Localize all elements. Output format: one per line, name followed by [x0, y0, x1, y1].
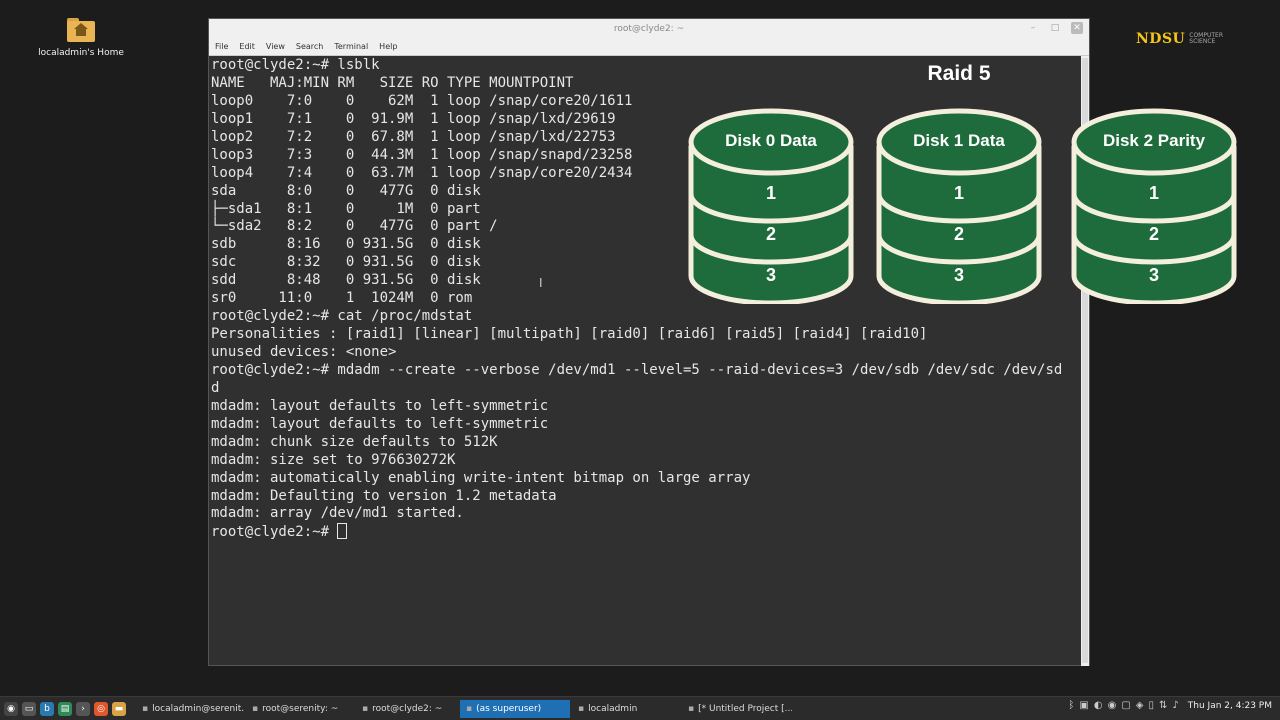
- task-label: localadmin: [588, 703, 638, 714]
- disk-segment: 1: [765, 183, 776, 203]
- titlebar[interactable]: root@clyde2: ~ – □ ✕: [209, 19, 1089, 38]
- brand-main: NDSU: [1136, 31, 1186, 47]
- brand-sub: COMPUTER SCIENCE: [1189, 32, 1223, 45]
- show-desktop-icon[interactable]: ▭: [22, 701, 36, 716]
- taskbar-task[interactable]: ▪ localadmin@serenit...: [136, 700, 244, 718]
- minimize-icon[interactable]: –: [1027, 22, 1039, 34]
- disk-0-cylinder: Disk 0 Data 1 2 3: [688, 108, 854, 306]
- display-icon[interactable]: ▢: [1121, 700, 1130, 711]
- terminal-line: mdadm: Defaulting to version 1.2 metadat…: [211, 487, 557, 504]
- window-title: root@clyde2: ~: [613, 23, 685, 34]
- disk-segment: 2: [953, 224, 964, 244]
- task-icon: ▪: [142, 703, 149, 714]
- task-label: localadmin@serenit...: [152, 703, 244, 714]
- terminal-line: mdadm: size set to 976630272K: [211, 451, 456, 468]
- disk-segment: 1: [1148, 183, 1159, 203]
- menu-edit[interactable]: Edit: [239, 42, 255, 51]
- terminal-line: d: [211, 379, 220, 396]
- task-icon: ▪: [466, 703, 473, 714]
- screenshot-icon[interactable]: ▣: [1079, 700, 1088, 711]
- menu-file[interactable]: File: [215, 42, 228, 51]
- disk-name: Disk 1 Data: [913, 131, 1005, 150]
- raid-title: Raid 5: [927, 62, 991, 85]
- home-folder-label: localadmin's Home: [38, 48, 124, 58]
- system-tray: ᛒ ▣ ◐ ◉ ▢ ◈ ▯ ⇅ ♪ Thu Jan 2, 4:23 PM: [1068, 700, 1280, 711]
- obs-icon[interactable]: ◐: [1094, 700, 1103, 711]
- taskbar: ◉ ▭ b ▤ › ◎ ▬ ▪ localadmin@serenit... ▪ roo…: [0, 696, 1280, 720]
- disk-segment: 3: [1148, 265, 1159, 285]
- taskbar-task[interactable]: ▪ root@clyde2: ~: [356, 700, 458, 718]
- terminal-prompt: root@clyde2:~#: [211, 524, 338, 541]
- terminal-line: unused devices: <none>: [211, 344, 397, 360]
- files-icon[interactable]: ▤: [58, 701, 72, 716]
- menu-help[interactable]: Help: [379, 42, 397, 51]
- maximize-icon[interactable]: □: [1049, 22, 1061, 34]
- task-label: root@clyde2: ~: [372, 703, 443, 714]
- taskbar-task[interactable]: ▪ (as superuser): [460, 699, 570, 718]
- taskbar-task[interactable]: ▪ [* Untitled Project [...: [682, 700, 792, 718]
- text-cursor-icon: I: [539, 276, 543, 290]
- network-icon[interactable]: ⇅: [1159, 700, 1167, 711]
- menubar: File Edit View Search Terminal Help: [209, 38, 1089, 56]
- folder-icon[interactable]: ▬: [112, 701, 126, 716]
- folder-icon: [67, 18, 95, 42]
- terminal-line: mdadm: chunk size defaults to 512K: [211, 433, 498, 450]
- task-label: (as superuser): [476, 703, 542, 714]
- disk-name: Disk 2 Parity: [1102, 131, 1206, 150]
- task-label: root@serenity: ~: [262, 703, 339, 714]
- terminal-line: Personalities : [raid1] [linear] [multip…: [211, 326, 928, 343]
- task-icon: ▪: [578, 703, 585, 714]
- ndsu-logo: NDSU COMPUTER SCIENCE: [1136, 31, 1223, 47]
- close-icon[interactable]: ✕: [1071, 22, 1083, 34]
- home-folder-icon[interactable]: localadmin's Home: [36, 14, 126, 58]
- terminal-icon[interactable]: ›: [76, 701, 90, 716]
- disk-segment: 3: [953, 265, 964, 285]
- volume-icon[interactable]: ♪: [1172, 700, 1178, 711]
- terminal-line: mdadm: layout defaults to left-symmetric: [211, 415, 549, 432]
- menu-icon[interactable]: ◉: [4, 701, 18, 716]
- bluetooth-icon[interactable]: ᛒ: [1068, 700, 1074, 711]
- menu-terminal[interactable]: Terminal: [334, 42, 368, 51]
- disk-segment: 1: [953, 183, 964, 203]
- chrome-icon[interactable]: ◉: [1108, 700, 1117, 711]
- task-icon: ▪: [252, 703, 259, 714]
- disk-name: Disk 0 Data: [725, 131, 817, 150]
- shield-icon[interactable]: ◈: [1136, 700, 1144, 711]
- task-label: [* Untitled Project [...: [698, 703, 792, 714]
- menu-view[interactable]: View: [266, 42, 285, 51]
- terminal-line: root@clyde2:~# cat /proc/mdstat: [211, 308, 473, 325]
- terminal-line: mdadm: automatically enabling write-inte…: [211, 469, 751, 486]
- terminal-line: root@clyde2:~# mdadm --create --verbose …: [211, 361, 1063, 378]
- task-icon: ▪: [362, 703, 369, 714]
- clock[interactable]: Thu Jan 2, 4:23 PM: [1188, 701, 1272, 711]
- disk-segment: 3: [765, 265, 776, 285]
- disk-1-cylinder: Disk 1 Data 1 2 3: [876, 108, 1042, 306]
- disk-2-cylinder: Disk 2 Parity 1 2 3: [1071, 108, 1237, 306]
- clipboard-icon[interactable]: ▯: [1148, 700, 1154, 711]
- terminal-prompt-line: root@clyde2:~#: [211, 523, 1081, 541]
- taskbar-task[interactable]: ▪ localadmin: [572, 700, 680, 718]
- menu-search[interactable]: Search: [296, 42, 323, 51]
- ubuntu-icon[interactable]: ◎: [94, 701, 108, 716]
- terminal-line: mdadm: array /dev/md1 started.: [211, 505, 464, 522]
- disk-segment: 2: [1148, 224, 1159, 244]
- task-icon: ▪: [688, 703, 695, 714]
- taskbar-task[interactable]: ▪ root@serenity: ~: [246, 700, 354, 718]
- bitquery-icon[interactable]: b: [40, 701, 54, 716]
- disk-segment: 2: [765, 224, 776, 244]
- terminal-line: mdadm: layout defaults to left-symmetric: [211, 397, 549, 414]
- terminal-cursor[interactable]: [337, 523, 348, 540]
